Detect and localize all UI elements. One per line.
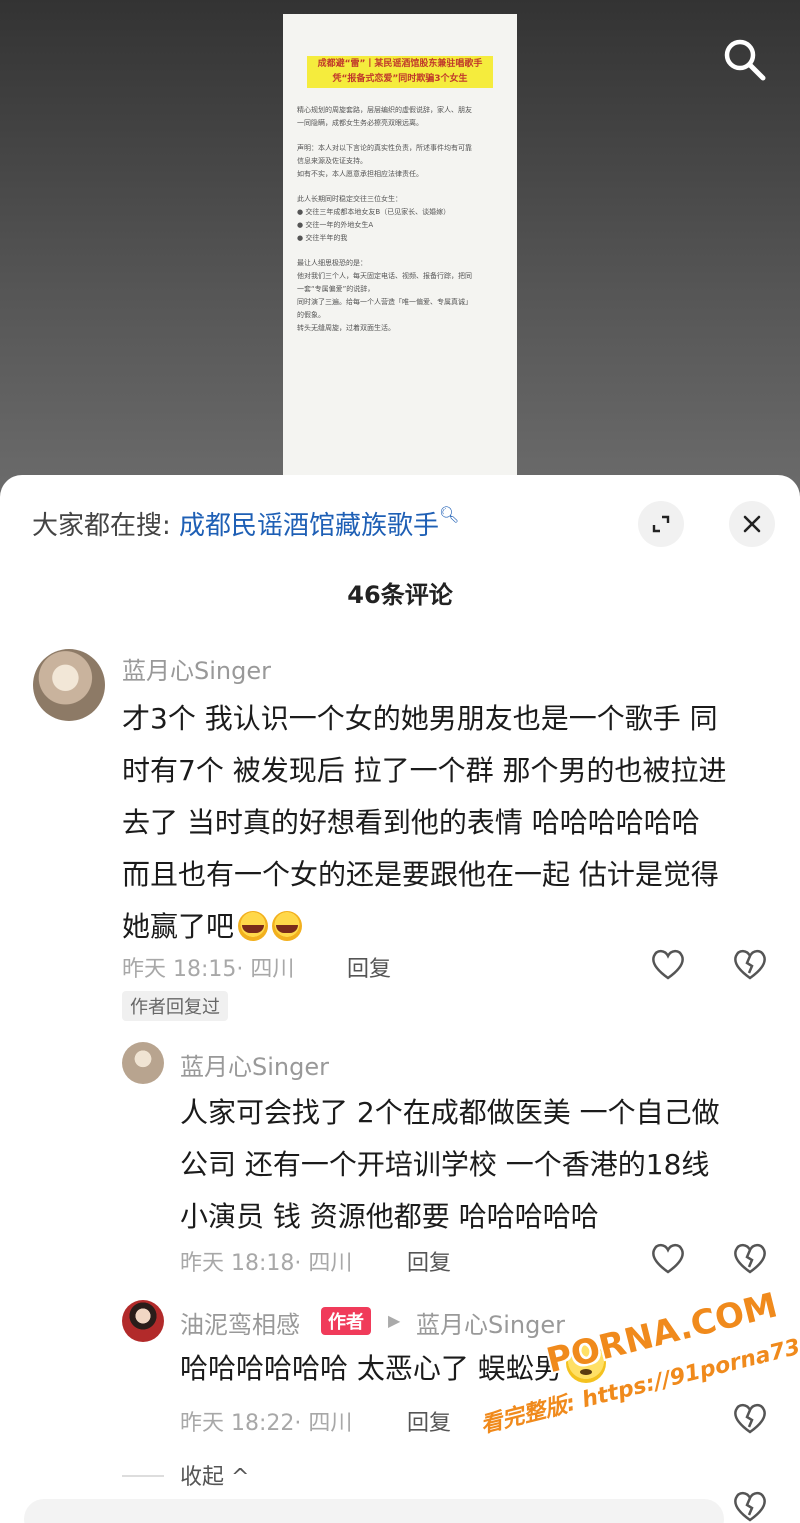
- reply-button[interactable]: 回复: [407, 1405, 451, 1437]
- collapse-replies-button[interactable]: 收起 ^: [180, 1459, 249, 1491]
- avatar[interactable]: [122, 1042, 164, 1084]
- comment-meta: 昨天 18:15· 四川: [122, 957, 295, 982]
- doc-line: ● 交往半年的我: [297, 234, 348, 242]
- expand-button[interactable]: [638, 501, 684, 547]
- doc-line: 同时演了三遍。给每一个人营造「唯一偏爱、专属真诚」: [297, 298, 472, 306]
- comment-count: 46条评论: [347, 581, 453, 609]
- doc-title-line: 成都避“雷”丨某民谣酒馆股东兼驻唱歌手: [317, 59, 483, 69]
- comment-line: 公司 还有一个开培训学校 一个香港的18线: [180, 1148, 710, 1181]
- doc-line: 最让人细思极恐的是：: [297, 259, 367, 267]
- comment-username[interactable]: 蓝月心Singer: [122, 651, 271, 686]
- search-icon: [724, 39, 766, 81]
- collapse-divider: [122, 1475, 164, 1477]
- hot-search-bar[interactable]: 大家都在搜: 成都民谣酒馆藏族歌手🔍︎: [32, 505, 459, 542]
- comment-line: 时有7个 被发现后 拉了一个群 那个男的也被拉进: [122, 754, 727, 787]
- dislike-broken-heart-icon[interactable]: [732, 1489, 768, 1523]
- doc-line: 转头无缝周旋，过着双面生活。: [297, 324, 395, 332]
- doc-paragraph: 声明：本人对以下言论的真实性负责，所述事件均有可靠 信息来源及佐证支持。 如有不…: [297, 142, 503, 181]
- doc-line: 精心规划的周旋套路，层层编织的虚假说辞，家人、朋友: [297, 106, 472, 114]
- author-badge: 作者: [321, 1307, 371, 1335]
- doc-title-line: 凭“报备式恋爱”同时欺骗3个女生: [332, 74, 468, 84]
- comment-meta: 昨天 18:18· 四川: [180, 1251, 353, 1276]
- crying-laugh-emoji: [272, 911, 303, 941]
- doc-line: 如有不实，本人愿意承担相应法律责任。: [297, 170, 423, 178]
- close-button[interactable]: [729, 501, 775, 547]
- comment-username[interactable]: 蓝月心Singer: [180, 1047, 329, 1082]
- dislike-broken-heart-icon[interactable]: [732, 947, 768, 981]
- comment-line: 她赢了吧: [122, 910, 235, 943]
- comment-input-bar[interactable]: [24, 1499, 724, 1523]
- crying-laugh-emoji: [238, 911, 269, 941]
- comment-text: 人家可会找了 2个在成都做医美 一个自己做 公司 还有一个开培训学校 一个香港的…: [180, 1087, 720, 1243]
- reply-to-arrow-icon: ▶: [388, 1311, 401, 1330]
- comment-line-last: 她赢了吧: [122, 901, 727, 953]
- doc-title: 成都避“雷”丨某民谣酒馆股东兼驻唱歌手 凭“报备式恋爱”同时欺骗3个女生: [307, 56, 493, 88]
- doc-line: 他对我们三个人，每天固定电话、视频、报备行踪，把同: [297, 272, 472, 280]
- doc-line: 声明：本人对以下言论的真实性负责，所述事件均有可靠: [297, 144, 472, 152]
- avatar[interactable]: [33, 649, 105, 721]
- doc-line: 一套“专属偏爱”的说辞，: [297, 285, 375, 293]
- author-replied-badge: 作者回复过: [122, 991, 228, 1021]
- comment-line: 小演员 钱 资源他都要 哈哈哈哈哈: [180, 1200, 599, 1233]
- doc-line: ● 交往三年成都本地女友B（已见家长、谈婚嫁）: [297, 208, 451, 216]
- doc-line: 信息来源及佐证支持。: [297, 157, 367, 165]
- comment-text: 才3个 我认识一个女的她男朋友也是一个歌手 同 时有7个 被发现后 拉了一个群 …: [122, 693, 727, 953]
- like-heart-icon[interactable]: [650, 947, 686, 981]
- close-icon: [743, 515, 761, 533]
- comment-line: 去了 当时真的好想看到他的表情 哈哈哈哈哈哈: [122, 806, 700, 839]
- avatar[interactable]: [122, 1300, 164, 1342]
- search-button[interactable]: [719, 34, 769, 84]
- doc-line: 的假象。: [297, 311, 325, 319]
- expand-icon: [652, 515, 670, 533]
- reply-button[interactable]: 回复: [407, 1245, 451, 1277]
- doc-line: 一同隐瞒，成都女生务必擦亮双眼远离。: [297, 119, 423, 127]
- comment-line: 人家可会找了 2个在成都做医美 一个自己做: [180, 1096, 720, 1129]
- comment-username[interactable]: 油泥鸾相感: [180, 1305, 300, 1340]
- hot-search-prefix: 大家都在搜:: [32, 511, 171, 541]
- comment-meta: 昨天 18:22· 四川: [180, 1411, 353, 1436]
- doc-line: ● 交往一年的外地女生A: [297, 221, 374, 229]
- doc-paragraph: 精心规划的周旋套路，层层编织的虚假说辞，家人、朋友 一同隐瞒，成都女生务必擦亮双…: [297, 104, 503, 130]
- comment-line: 才3个 我认识一个女的她男朋友也是一个歌手 同: [122, 702, 718, 735]
- comment-line: 而且也有一个女的还是要跟他在一起 估计是觉得: [122, 858, 719, 891]
- doc-paragraph: 最让人细思极恐的是： 他对我们三个人，每天固定电话、视频、报备行踪，把同 一套“…: [297, 257, 503, 335]
- reply-button[interactable]: 回复: [347, 951, 391, 983]
- like-heart-icon[interactable]: [650, 1241, 686, 1275]
- search-small-icon: 🔍︎: [439, 505, 460, 524]
- hot-search-term[interactable]: 成都民谣酒馆藏族歌手: [179, 511, 439, 541]
- doc-paragraph: 此人长期同时稳定交往三位女生： ● 交往三年成都本地女友B（已见家长、谈婚嫁） …: [297, 193, 503, 245]
- video-document-image: 成都避“雷”丨某民谣酒馆股东兼驻唱歌手 凭“报备式恋爱”同时欺骗3个女生 精心规…: [283, 14, 517, 484]
- doc-line: 此人长期同时稳定交往三位女生：: [297, 195, 402, 203]
